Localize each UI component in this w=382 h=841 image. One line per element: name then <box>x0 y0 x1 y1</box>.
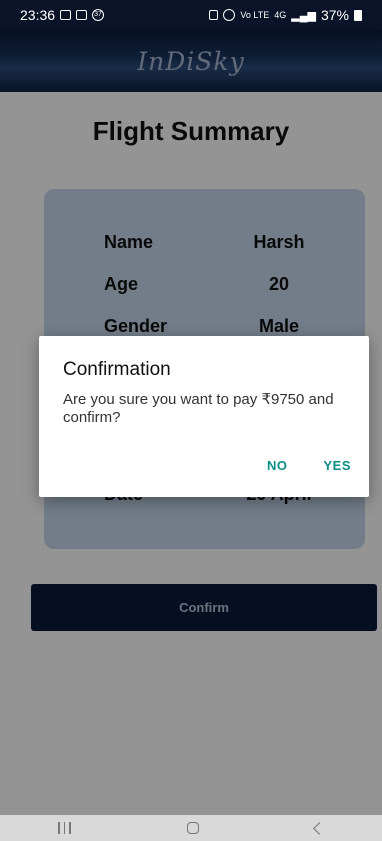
no-button[interactable]: NO <box>267 458 288 473</box>
status-right: Vo LTE 4G ▂▄▆ 37% <box>209 7 362 23</box>
message-notification-icon <box>76 10 88 20</box>
status-bar: 23:36 37 Vo LTE 4G ▂▄▆ 37% <box>0 0 382 30</box>
back-icon[interactable] <box>313 821 326 835</box>
dialog-title: Confirmation <box>63 359 171 380</box>
recents-icon[interactable] <box>58 822 71 834</box>
battery-percent: 37% <box>320 7 349 23</box>
notification-count-badge: 37 <box>92 9 105 21</box>
hotspot-icon <box>223 9 236 21</box>
status-time: 23:36 <box>20 7 56 23</box>
home-icon[interactable] <box>186 822 199 834</box>
network-type-label: 4G <box>274 9 287 20</box>
status-left: 23:36 37 <box>20 7 105 23</box>
dialog-actions: NO YES <box>267 458 351 473</box>
dialog-message: Are you sure you want to pay ₹9750 and c… <box>63 391 334 426</box>
confirmation-dialog: Confirmation Are you sure you want to pa… <box>39 336 369 497</box>
system-nav-bar <box>0 815 382 841</box>
volte-label: Vo LTE <box>240 9 270 20</box>
signal-icon: ▂▄▆ <box>291 9 316 22</box>
yes-button[interactable]: YES <box>323 458 351 473</box>
lock-icon <box>209 10 219 20</box>
gallery-notification-icon <box>60 10 72 20</box>
battery-icon <box>354 9 362 21</box>
